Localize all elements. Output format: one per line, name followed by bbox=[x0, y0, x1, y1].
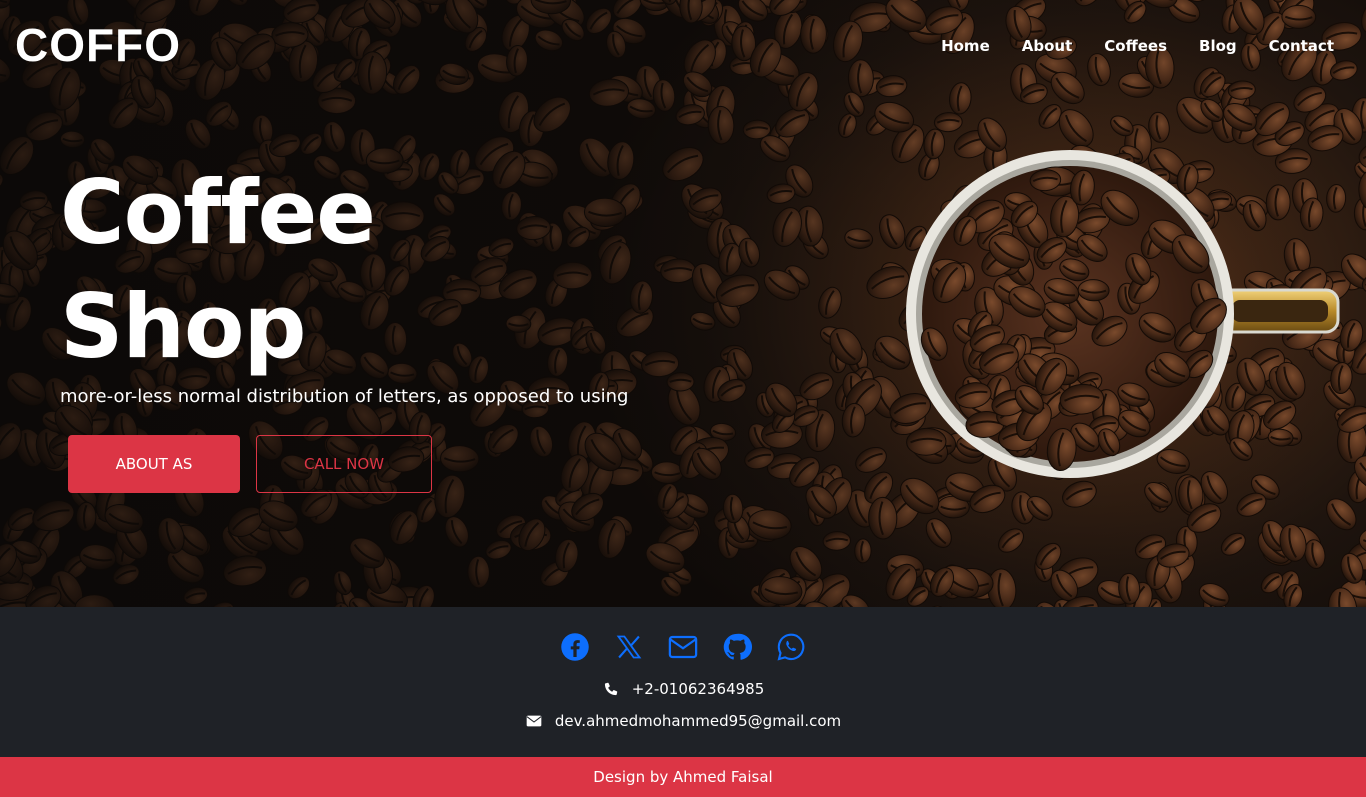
site-logo[interactable]: COFFO bbox=[15, 17, 181, 73]
social-links bbox=[0, 631, 1366, 663]
hero-title-line2: Shop bbox=[60, 275, 306, 378]
phone-icon bbox=[602, 680, 620, 698]
nav-coffees[interactable]: Coffees bbox=[1104, 36, 1167, 56]
hero-title: Coffee Shop bbox=[60, 156, 376, 384]
mail-icon[interactable] bbox=[667, 631, 699, 663]
nav-contact[interactable]: Contact bbox=[1269, 36, 1334, 56]
whatsapp-icon[interactable] bbox=[775, 631, 807, 663]
github-icon[interactable] bbox=[721, 631, 753, 663]
credit-bar: Design by Ahmed Faisal bbox=[0, 757, 1366, 797]
phone-number[interactable]: +2-01062364985 bbox=[632, 680, 765, 698]
facebook-icon[interactable] bbox=[559, 631, 591, 663]
nav-blog[interactable]: Blog bbox=[1199, 36, 1237, 56]
footer: +2-01062364985 dev.ahmedmohammed95@gmail… bbox=[0, 607, 1366, 757]
credit-text: Design by Ahmed Faisal bbox=[593, 768, 773, 786]
hero-section: COFFO Home About Coffees Blog Contact Co… bbox=[0, 0, 1366, 607]
email-address[interactable]: dev.ahmedmohammed95@gmail.com bbox=[555, 712, 841, 730]
envelope-icon bbox=[525, 712, 543, 730]
nav-about[interactable]: About bbox=[1022, 36, 1073, 56]
email-row: dev.ahmedmohammed95@gmail.com bbox=[0, 712, 1366, 730]
coffee-cup-image bbox=[906, 150, 1340, 478]
x-icon[interactable] bbox=[613, 631, 645, 663]
main-nav: Home About Coffees Blog Contact bbox=[941, 36, 1334, 56]
phone-row: +2-01062364985 bbox=[0, 680, 1366, 698]
hero-subtitle: more-or-less normal distribution of lett… bbox=[60, 386, 629, 407]
nav-home[interactable]: Home bbox=[941, 36, 990, 56]
call-now-button[interactable]: CALL NOW bbox=[256, 435, 432, 493]
about-button[interactable]: ABOUT AS bbox=[68, 435, 240, 493]
hero-title-line1: Coffee bbox=[60, 161, 376, 264]
